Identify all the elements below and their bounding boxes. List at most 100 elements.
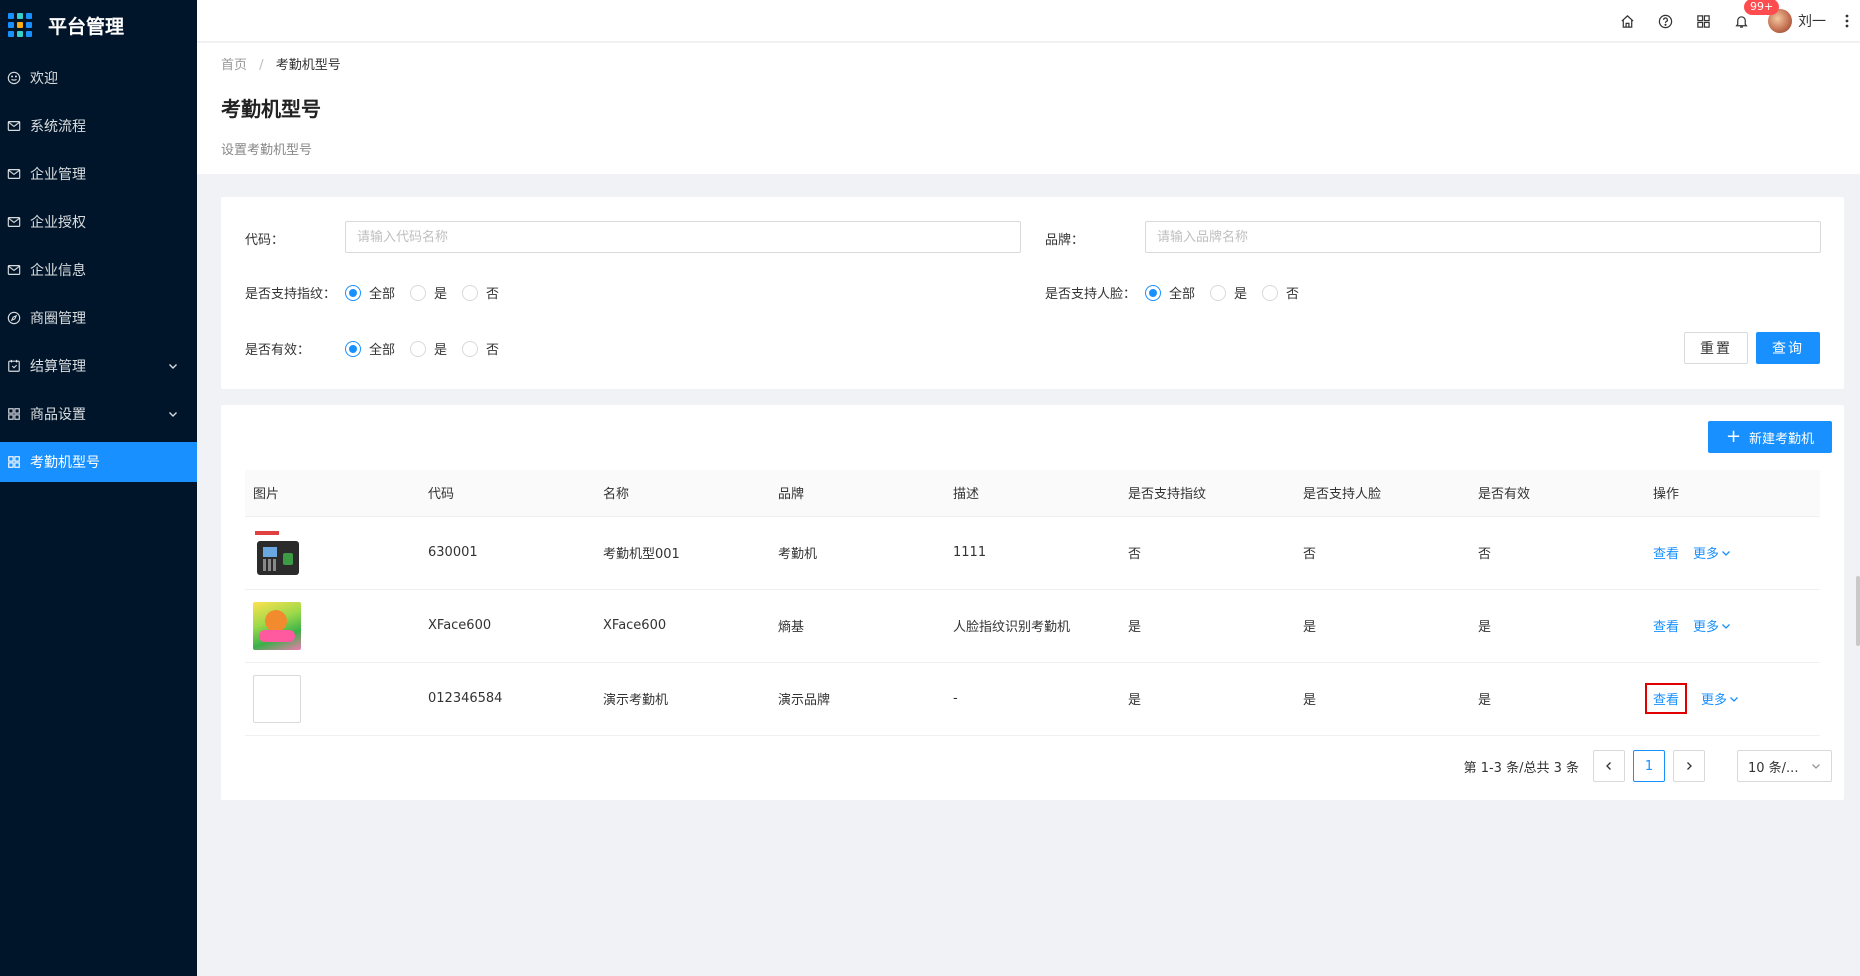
radio-dot [462,340,479,357]
column-header-fingerprint: 是否支持指纹 [1120,470,1295,517]
prev-page-button[interactable] [1593,750,1625,782]
more-dropdown[interactable]: 更多 [1693,543,1731,562]
sidebar-item-enterprise-management[interactable]: 企业管理 [0,154,197,194]
top-header: 99+ 刘一 [197,0,1860,42]
table-row: 630001 考勤机型001 考勤机 1111 否 否 否 查看 更多 [245,516,1820,590]
fingerprint-radio-no[interactable]: 否 [462,283,499,302]
more-dropdown[interactable]: 更多 [1693,616,1731,635]
fingerprint-cell: 是 [1120,589,1295,663]
image-cell [245,516,420,590]
mail-icon [7,167,21,181]
code-label: 代码： [245,233,285,248]
sidebar-item-settlement[interactable]: 结算管理 [0,346,197,386]
notification-button[interactable]: 99+ [1722,0,1780,42]
home-icon[interactable] [1608,0,1646,42]
device-thumbnail[interactable] [253,528,301,577]
sidebar-item-label: 考勤机型号 [30,455,100,471]
face-radio-all[interactable]: 全部 [1145,283,1195,302]
brand-filter: 品牌： [1045,229,1084,248]
radio-label: 否 [1286,287,1300,302]
view-link[interactable]: 查看 [1653,616,1679,635]
breadcrumb-current: 考勤机型号 [275,58,341,73]
face-radio-group: 全部 是 否 [1145,283,1314,302]
valid-radio-all[interactable]: 全部 [345,339,395,358]
chevron-down-icon [1812,764,1820,769]
view-link[interactable]: 查看 [1653,543,1679,562]
image-cell [245,662,420,736]
mail-icon [7,215,21,229]
valid-filter: 是否有效： [245,339,310,358]
appstore-icon[interactable] [1684,0,1722,42]
table-card: + 新建考勤机 图片 代码 名称 品牌 描述 是否支持指纹 是否支持人脸 是否有… [221,405,1844,800]
bell-icon [1734,15,1748,28]
sidebar-item-label: 企业管理 [30,167,86,183]
empty-thumbnail[interactable] [253,674,301,723]
help-icon[interactable] [1646,0,1684,42]
brand-label: 品牌： [1045,233,1085,248]
notification-badge: 99+ [1744,0,1780,15]
code-filter: 代码： [245,229,284,248]
page-size-select[interactable]: 10 条/... [1737,750,1832,782]
chevron-down-icon [1722,623,1730,629]
reset-button[interactable]: 重置 [1684,332,1748,364]
fingerprint-radio-yes[interactable]: 是 [410,283,447,302]
sidebar-item-business-district[interactable]: 商圈管理 [0,298,197,338]
more-vertical-icon[interactable] [1834,0,1860,42]
page-title: 考勤机型号 [221,97,321,121]
more-dropdown[interactable]: 更多 [1701,689,1739,708]
chevron-down-icon [1730,696,1738,702]
face-cell: 是 [1295,589,1470,663]
fingerprint-radio-all[interactable]: 全部 [345,283,395,302]
scrollbar-thumb[interactable] [1856,576,1860,646]
page-header: 首页 / 考勤机型号 考勤机型号 设置考勤机型号 [197,43,1860,174]
valid-radio-no[interactable]: 否 [462,339,499,358]
sidebar-item-attendance-model[interactable]: 考勤机型号 [0,442,197,482]
table-row: 012346584 演示考勤机 演示品牌 - 是 是 是 查看 更多 [245,662,1820,736]
code-cell: XFace600 [420,589,595,663]
radio-label: 是 [434,343,448,358]
attendance-model-table: 图片 代码 名称 品牌 描述 是否支持指纹 是否支持人脸 是否有效 操作 630… [245,470,1820,736]
mail-icon [7,263,21,277]
image-cell [245,589,420,663]
breadcrumb: 首页 / 考勤机型号 [221,55,1836,77]
user-name: 刘一 [1798,14,1826,30]
chevron-down-icon [1722,550,1730,556]
sidebar-item-product-settings[interactable]: 商品设置 [0,394,197,434]
fingerprint-cell: 否 [1120,516,1295,590]
face-radio-yes[interactable]: 是 [1210,283,1247,302]
more-label: 更多 [1693,620,1720,635]
brand-input[interactable] [1145,221,1821,253]
column-header-code: 代码 [420,470,595,517]
radio-dot [1210,284,1227,301]
radio-label: 全部 [369,343,396,358]
face-filter: 是否支持人脸： [1045,283,1136,302]
face-cell: 否 [1295,516,1470,590]
sidebar-item-welcome[interactable]: 欢迎 [0,58,197,98]
radio-label: 否 [486,287,500,302]
breadcrumb-home[interactable]: 首页 [221,58,247,73]
sidebar-item-enterprise-authorization[interactable]: 企业授权 [0,202,197,242]
face-label: 是否支持人脸： [1045,287,1137,302]
sidebar-item-system-flow[interactable]: 系统流程 [0,106,197,146]
table-row: XFace600 XFace600 熵基 人脸指纹识别考勤机 是 是 是 查看 … [245,589,1820,663]
sidebar-item-enterprise-info[interactable]: 企业信息 [0,250,197,290]
add-attendance-machine-button[interactable]: + 新建考勤机 [1708,421,1832,453]
chevron-down-icon [169,412,177,417]
sidebar-item-label: 商品设置 [30,407,86,423]
product-thumbnail[interactable] [253,601,301,650]
logo[interactable]: 平台管理 [0,0,197,50]
more-label: 更多 [1701,693,1728,708]
query-button[interactable]: 查询 [1756,332,1820,364]
chevron-down-icon [169,364,177,369]
next-page-button[interactable] [1673,750,1705,782]
valid-cell: 是 [1470,662,1645,736]
column-header-name: 名称 [595,470,770,517]
code-input[interactable] [345,221,1021,253]
page-number-button[interactable]: 1 [1633,750,1665,782]
valid-radio-yes[interactable]: 是 [410,339,447,358]
view-link-highlighted[interactable]: 查看 [1645,683,1688,714]
radio-label: 是 [434,287,448,302]
face-radio-no[interactable]: 否 [1262,283,1299,302]
sidebar-item-label: 企业信息 [30,263,86,279]
name-cell: 演示考勤机 [595,662,770,736]
